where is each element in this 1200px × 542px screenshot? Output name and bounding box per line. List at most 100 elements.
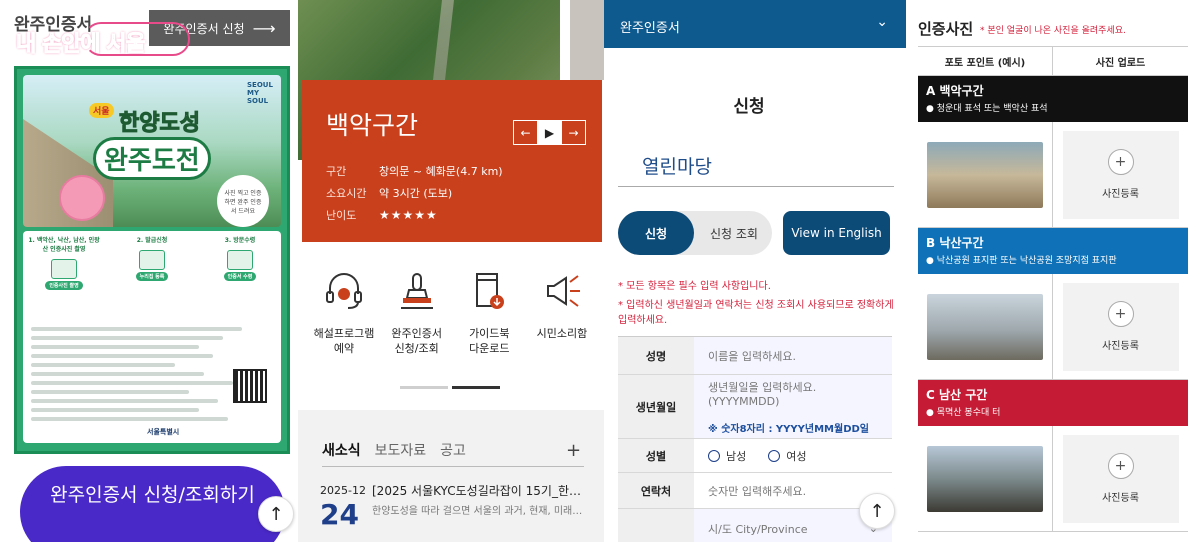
section-baegak: A 백악구간 ● 청운대 표석 또는 백악산 표석 + 사진등록 (918, 76, 1188, 228)
photo-upload-button[interactable]: + 사진등록 (1062, 434, 1179, 523)
menu-item-citizen-voice[interactable]: 시민소리함 (526, 270, 598, 356)
step-pill: 인증서 수령 (223, 272, 257, 281)
section-namsan: C 남산 구간 ● 목멱산 봉수대 터 + 사진등록 (918, 380, 1188, 532)
seoul-my-soul-logo: SEOUL MY SOUL (247, 81, 273, 105)
news-date-day: 24 (320, 498, 359, 531)
poster-hero-image: 서울 한양도성 완주도전 SEOUL MY SOUL 사진 찍고 인증하면 완주… (23, 75, 281, 227)
more-plus-icon[interactable]: + (566, 440, 581, 461)
panel-certificate-poster: 완주인증서 완주인증서 신청 ⟶ 내 손안에 서울 서울 한양도성 완주도전 S… (0, 0, 298, 542)
info-key: 소요시간 (326, 187, 367, 200)
form-row-address: 시/도 City/Province ⌄ (618, 509, 892, 542)
menu-item-tour-program[interactable]: 해설프로그램 예약 (308, 270, 380, 356)
step-label: 2. 발급신청 (136, 237, 168, 244)
step-pill: 누리집 등록 (135, 272, 169, 281)
news-title: [2025 서울KYC도성길라잡이 15기_한양도성 (372, 484, 584, 498)
megaphone-icon (546, 275, 580, 307)
step-label: 1. 백악산, 낙산, 남산, 인왕산 인증사진 촬영 (28, 237, 100, 253)
column-header-upload: 사진 업로드 (1095, 57, 1146, 69)
menu-item-certificate[interactable]: 완주인증서 신청/조회 (381, 270, 453, 356)
table-row: + 사진등록 (918, 426, 1188, 532)
gender-label: 성별 (618, 439, 694, 472)
photo-upload-button[interactable]: + 사진등록 (1062, 130, 1179, 219)
computer-icon (139, 250, 165, 270)
photo-upload-button[interactable]: + 사진등록 (1062, 282, 1179, 371)
info-key: 구간 (326, 165, 347, 178)
gender-male-label: 남성 (726, 449, 747, 463)
required-note: * 모든 항목은 필수 입력 사항입니다. (618, 281, 771, 292)
tab-lookup[interactable]: 신청 조회 (696, 211, 772, 255)
divider (618, 186, 894, 187)
seoul-city-logo: 서울특별시 (147, 428, 180, 436)
news-tabs: 새소식 보도자료 공고 (322, 440, 466, 460)
apply-lookup-button[interactable]: 완주인증서 신청/조회하기 (20, 466, 285, 542)
photo-strip (570, 0, 604, 80)
info-value: 약 3시간 (도보) (379, 187, 453, 200)
birth-hint: ※ 숫자8자리 : YYYY년MM월DD일 (708, 423, 869, 435)
birth-placeholder: 생년월일을 입력하세요. (YYYYMMDD) (708, 380, 817, 408)
form-row-birth: 생년월일 생년월일을 입력하세요. (YYYYMMDD) ※ 숫자8자리 : Y… (618, 375, 892, 439)
plus-icon: + (1107, 149, 1134, 175)
guidebook-download-icon (476, 273, 505, 309)
stamp-icon (400, 273, 433, 309)
prev-button[interactable]: ← (513, 120, 538, 145)
tab-news[interactable]: 새소식 (322, 440, 361, 460)
arrow-right-icon: ⟶ (252, 18, 276, 38)
poster-title-line2: 완주도전 (93, 137, 211, 180)
section-name: A 백악구간 (926, 84, 984, 98)
tab-press[interactable]: 보도자료 (375, 440, 427, 460)
apply-toggle: 신청 신청 조회 (618, 211, 772, 255)
step-pill: 인증사진 촬영 (45, 281, 83, 290)
challenge-poster[interactable]: 서울 한양도성 완주도전 SEOUL MY SOUL 사진 찍고 인증하면 완주… (14, 66, 290, 454)
upload-label: 사진등록 (1102, 493, 1139, 504)
accordion-header[interactable]: 완주인증서 ⌄ (604, 0, 906, 48)
poster-seoul-tag: 서울 (89, 103, 114, 118)
gender-male-radio[interactable]: 남성 (708, 448, 746, 464)
poster-instructions: 1. 백악산, 낙산, 남산, 인왕산 인증사진 촬영 인증사진 촬영 2. 발… (23, 231, 281, 443)
menu-item-guidebook[interactable]: 가이드북 다운로드 (453, 270, 525, 356)
radio-icon (708, 449, 720, 462)
pagination-dot-active[interactable] (452, 386, 500, 389)
info-row-section: 구간 창의문 ~ 혜화문(4.7 km) (326, 160, 503, 182)
name-input[interactable]: 이름을 입력하세요. (694, 337, 892, 374)
panel-course-info: 백악구간 ← ▶ → 구간 창의문 ~ 혜화문(4.7 km) 소요시간 약 3… (298, 0, 604, 542)
info-key: 난이도 (326, 209, 357, 222)
view-in-english-button[interactable]: View in English (783, 211, 890, 255)
tab-notice[interactable]: 공고 (440, 440, 466, 460)
menu-label-line1: 완주인증서 (391, 327, 442, 340)
scroll-top-button[interactable]: ↑ (859, 493, 895, 529)
upload-label: 사진등록 (1102, 189, 1139, 200)
pagination-dot[interactable] (400, 386, 448, 389)
section-header: A 백악구간 ● 청운대 표석 또는 백악산 표석 (918, 76, 1188, 122)
application-form: 성명 이름을 입력하세요. 생년월일 생년월일을 입력하세요. (YYYYMMD… (618, 336, 892, 542)
section-header: C 남산 구간 ● 목멱산 봉수대 터 (918, 380, 1188, 426)
plus-icon: + (1107, 301, 1134, 327)
section-desc: ● 낙산공원 표지판 또는 낙산공원 조망지점 표지판 (926, 256, 1117, 266)
scroll-top-button[interactable]: ↑ (258, 496, 294, 532)
section-desc: ● 청운대 표석 또는 백악산 표석 (926, 104, 1048, 114)
arrow-left-icon: ← (520, 125, 531, 140)
tab-apply[interactable]: 신청 (618, 211, 694, 255)
play-button[interactable]: ▶ (537, 120, 562, 145)
name-label: 성명 (618, 337, 694, 374)
logo-swirl-icon (84, 22, 190, 56)
poster-steps: 1. 백악산, 낙산, 남산, 인왕산 인증사진 촬영 인증사진 촬영 2. 발… (27, 235, 277, 290)
seoul-logo: 내 손안에 서울 (16, 22, 190, 58)
gender-female-radio[interactable]: 여성 (768, 448, 807, 464)
menu-label-line2: 신청/조회 (394, 342, 439, 355)
carousel-pagination (400, 386, 500, 389)
section-title: 인증사진 (918, 20, 974, 38)
radio-icon (768, 449, 781, 462)
page-title: 신청 (733, 97, 765, 117)
section-desc: ● 목멱산 봉수대 터 (926, 408, 1001, 418)
speech-bubble: 사진 찍고 인증하면 완주 인증서 드려요 (217, 175, 269, 227)
example-photo-cell (918, 426, 1053, 531)
accuracy-note: * 입력하신 생년월일과 연락처는 신청 조회시 사용되므로 정확하게 입력하세… (618, 300, 894, 326)
menu-label-line2: 예약 (333, 342, 355, 355)
news-divider (322, 466, 584, 467)
column-header-photo-point: 포토 포인트 (예시) (918, 47, 1053, 75)
poster-step: 2. 발급신청 누리집 등록 (115, 235, 189, 290)
birth-input[interactable]: 생년월일을 입력하세요. (YYYYMMDD) ※ 숫자8자리 : YYYY년M… (694, 375, 892, 438)
photo-note: * 본인 얼굴이 나온 사진을 올려주세요. (980, 26, 1126, 36)
chevron-down-icon: ⌄ (876, 14, 888, 30)
next-button[interactable]: → (561, 120, 586, 145)
